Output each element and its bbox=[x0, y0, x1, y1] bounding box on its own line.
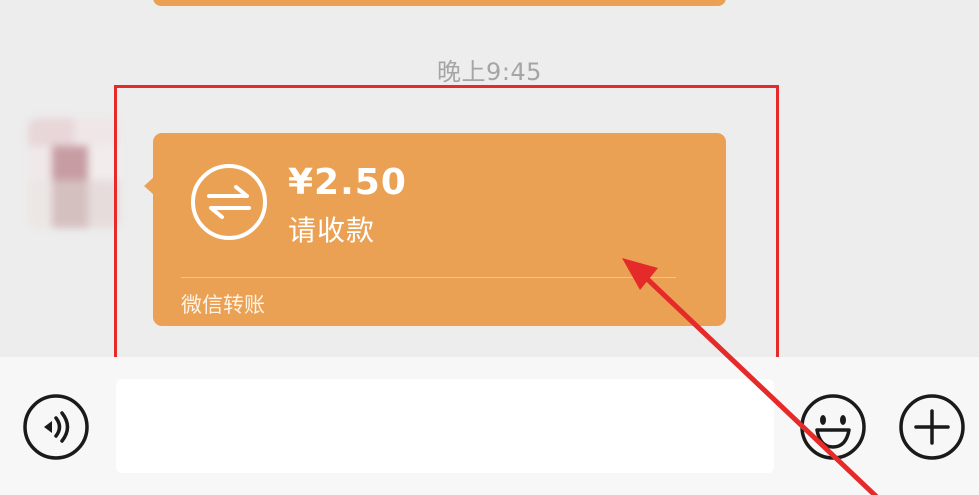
smiley-icon[interactable] bbox=[799, 393, 867, 461]
bubble-tail bbox=[144, 177, 154, 195]
transfer-amount: ¥2.50 bbox=[288, 162, 407, 203]
plus-icon[interactable] bbox=[898, 393, 966, 461]
bubble-divider bbox=[181, 277, 676, 278]
chat-input-bar bbox=[0, 357, 979, 495]
transfer-icon bbox=[191, 164, 267, 240]
voice-icon[interactable] bbox=[22, 393, 90, 461]
message-timestamp: 晚上9:45 bbox=[437, 58, 542, 86]
message-input-field[interactable] bbox=[116, 379, 774, 473]
transfer-message-bubble[interactable]: ¥2.50 请收款 微信转账 bbox=[144, 133, 726, 326]
transfer-status: 请收款 bbox=[288, 214, 376, 247]
sender-avatar[interactable] bbox=[28, 118, 120, 228]
previous-message-bubble[interactable] bbox=[153, 0, 726, 6]
chat-message-area[interactable]: 晚上9:45 ¥2.50 请收款 微信转账 bbox=[0, 0, 979, 357]
transfer-footer-label: 微信转账 bbox=[181, 293, 265, 317]
